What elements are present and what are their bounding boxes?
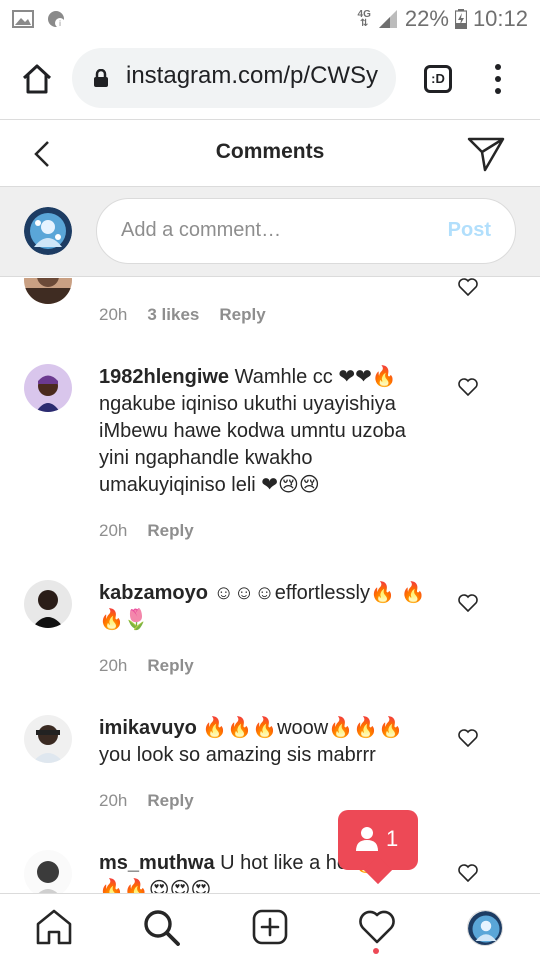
new-post-icon[interactable] — [251, 908, 289, 946]
comment-text: kabzamoyo ☺☺☺effortlessly🔥 🔥🔥🌷 — [99, 582, 426, 631]
activity-dot — [373, 948, 379, 954]
like-heart-icon[interactable] — [458, 594, 478, 612]
avatar[interactable] — [24, 850, 72, 893]
comment-time: 20h — [99, 656, 128, 675]
comment-meta: 20h 3 likes Reply — [99, 305, 266, 325]
network-type: 4G ⇅ — [357, 9, 371, 29]
bottom-nav — [0, 893, 540, 960]
notification-count: 1 — [386, 826, 399, 851]
settings-update-icon: i — [48, 11, 65, 28]
reply-button[interactable]: Reply — [147, 791, 193, 811]
reply-button[interactable]: Reply — [147, 656, 193, 676]
comment-username[interactable]: imikavuyo — [99, 717, 197, 739]
comments-list: 20h 3 likes Reply 1982hlengiwe Wamhle cc… — [0, 278, 540, 893]
avatar[interactable] — [24, 580, 72, 628]
status-bar: i 4G ⇅ 22% 10:12 — [0, 0, 540, 38]
reply-button[interactable]: Reply — [219, 305, 265, 325]
avatar — [24, 207, 72, 255]
page-title: Comments — [215, 140, 325, 163]
home-icon[interactable] — [35, 908, 73, 946]
like-heart-icon[interactable] — [458, 378, 478, 396]
comment-composer: Post — [0, 187, 540, 277]
comment-time: 20h — [99, 791, 128, 810]
avatar[interactable] — [24, 715, 72, 763]
signal-icon — [378, 10, 397, 28]
battery-icon — [454, 9, 467, 29]
comment-input[interactable] — [121, 219, 421, 242]
comment-meta: 20h Reply — [99, 521, 194, 541]
comment-meta: 20h Reply — [99, 791, 194, 811]
likes-count[interactable]: 3 likes — [147, 305, 199, 325]
like-heart-icon[interactable] — [458, 729, 478, 747]
browser-toolbar: instagram.com/p/CWSy :D — [0, 38, 540, 120]
back-chevron-icon[interactable] — [28, 138, 56, 170]
svg-text:i: i — [59, 19, 61, 28]
comment-username[interactable]: 1982hlengiwe — [99, 366, 229, 388]
clock: 10:12 — [472, 6, 528, 31]
url-text: instagram.com/p/CWSy — [126, 62, 379, 89]
reply-button[interactable]: Reply — [147, 521, 193, 541]
browser-menu-icon[interactable] — [488, 64, 508, 94]
like-heart-icon[interactable] — [458, 864, 478, 882]
avatar[interactable] — [24, 278, 72, 304]
comments-header: Comments — [0, 121, 540, 187]
comment-input-wrapper: Post — [96, 198, 516, 264]
lock-icon — [94, 69, 108, 87]
comment-username[interactable]: ms_muthwa — [99, 852, 215, 874]
comment-text: 1982hlengiwe Wamhle cc ❤❤🔥 ngakube iqini… — [99, 366, 406, 496]
activity-heart-icon[interactable] — [358, 908, 396, 946]
tab-switcher-button[interactable]: :D — [424, 65, 452, 93]
search-icon[interactable] — [142, 908, 180, 946]
comment-meta: 20h Reply — [99, 656, 194, 676]
avatar[interactable] — [24, 364, 72, 412]
comment-username[interactable]: kabzamoyo — [99, 582, 208, 604]
comment-time: 20h — [99, 305, 128, 324]
image-notification-icon — [12, 10, 34, 28]
activity-notification-bubble[interactable]: 1 — [338, 810, 418, 885]
direct-share-icon[interactable] — [466, 135, 506, 173]
follower-icon — [356, 827, 378, 851]
url-field[interactable]: instagram.com/p/CWSy — [72, 48, 396, 108]
battery-percent: 22% — [404, 6, 449, 31]
comment-time: 20h — [99, 521, 128, 540]
like-heart-icon[interactable] — [458, 278, 478, 296]
comment-text: imikavuyo 🔥🔥🔥woow🔥🔥🔥 you look so amazing… — [99, 717, 403, 766]
post-button[interactable]: Post — [448, 219, 491, 242]
profile-avatar[interactable] — [467, 910, 503, 946]
browser-home-icon[interactable] — [20, 62, 54, 96]
